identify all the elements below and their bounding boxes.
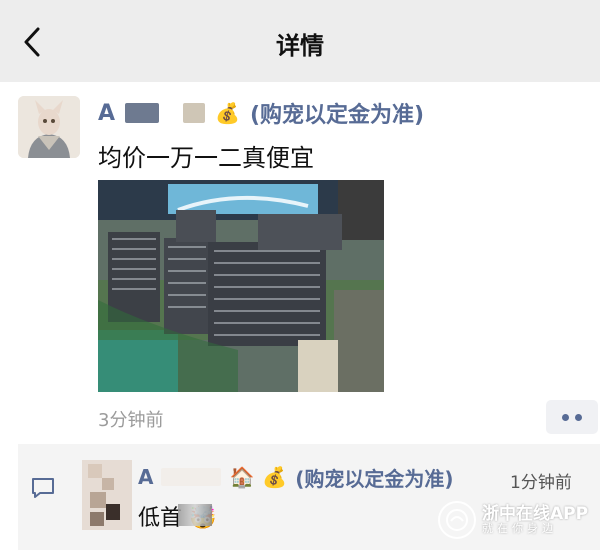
censored-name-block	[183, 103, 206, 123]
censored-name-block	[161, 468, 222, 486]
comment-timestamp: 1分钟前	[510, 473, 572, 493]
post-timestamp: 3分钟前	[98, 410, 164, 431]
post-nickname[interactable]: A	[98, 101, 115, 126]
page-title: 详情	[276, 32, 324, 60]
avatar-image	[18, 96, 80, 158]
watermark-logo-icon	[438, 501, 476, 539]
comment-avatar[interactable]	[82, 460, 132, 530]
more-dots-icon	[575, 413, 582, 421]
post-image[interactable]	[98, 180, 384, 392]
comment-text-prefix: 低首	[138, 506, 183, 531]
money-bag-icon: 💰	[215, 101, 240, 125]
more-dots-icon	[562, 413, 569, 421]
building-model-image	[98, 180, 384, 392]
comment-icon	[32, 478, 54, 498]
house-icon: 🏠	[229, 465, 255, 489]
post-header: A 💰 (购宠以定金为准)	[98, 96, 424, 130]
watermark-name: 浙中在线APP	[482, 503, 589, 524]
watermark-slogan: 就在你身边	[482, 522, 557, 536]
post-text: 均价一万一二真便宜	[98, 144, 314, 172]
comment-header: A 🏠 💰 (购宠以定金为准)	[138, 462, 454, 492]
comment-nickname-tag[interactable]: (购宠以定金为准)	[295, 463, 453, 492]
comment-nickname[interactable]: A	[138, 465, 153, 489]
avatar[interactable]	[18, 96, 80, 158]
watermark: 浙中在线APP 就在你身边	[438, 494, 598, 546]
censored-name-block	[125, 103, 160, 123]
money-bag-icon: 💰	[262, 465, 288, 489]
blurred-text	[178, 504, 212, 526]
navigation-bar: 详情	[0, 0, 600, 82]
more-actions-button[interactable]	[546, 400, 598, 434]
post-nickname-tag[interactable]: (购宠以定金为准)	[250, 97, 424, 129]
blurred-avatar-image	[82, 460, 132, 530]
